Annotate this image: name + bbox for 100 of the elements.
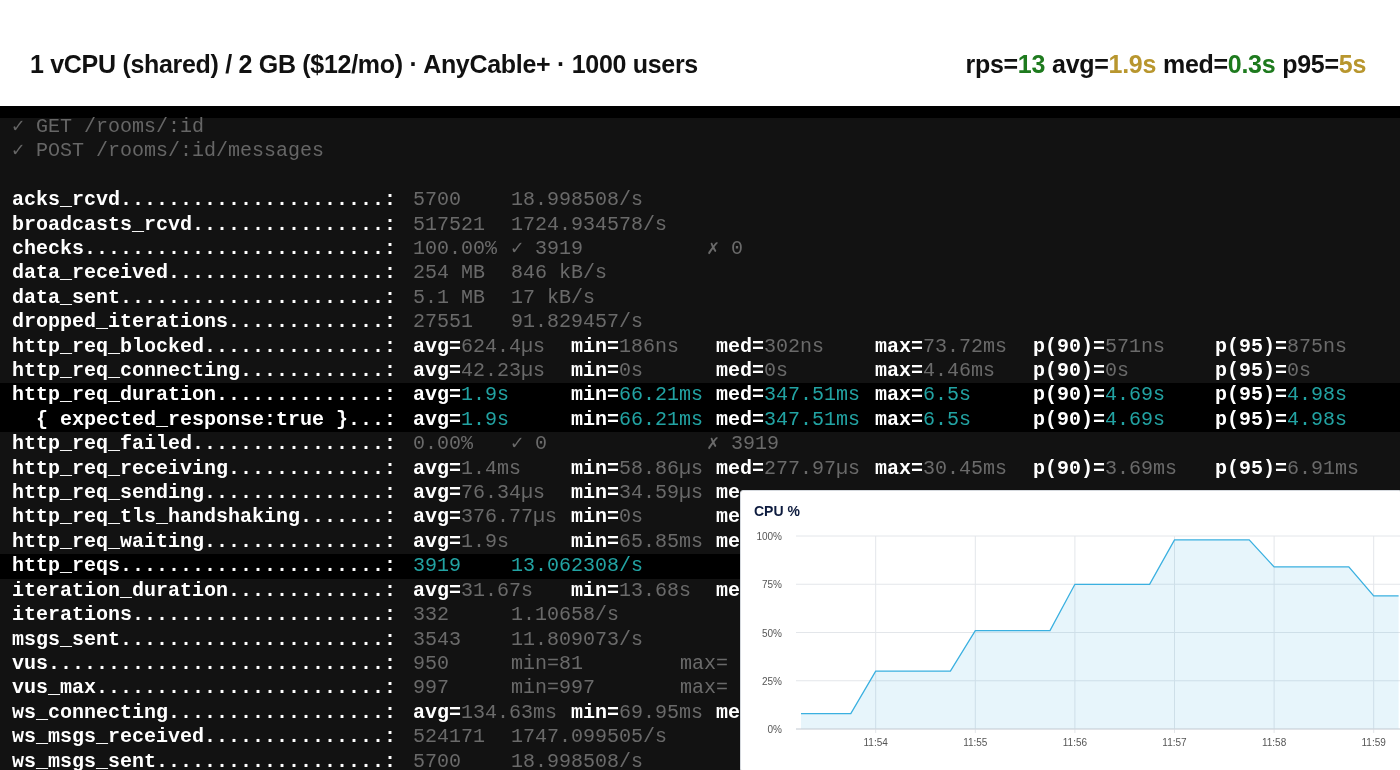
x-tick-label: 11:54 — [863, 737, 888, 748]
x-tick-label: 11:55 — [963, 737, 988, 748]
x-tick-label: 11:58 — [1261, 737, 1287, 748]
metric-value: min=34.59µs — [571, 481, 704, 505]
metric-value: min=69.95ms — [571, 700, 704, 724]
metric-name: vus............................: — [12, 651, 398, 677]
stat-text: med=0.3s — [1163, 49, 1276, 81]
metric-name: checks.........................: — [12, 237, 398, 262]
metric-value: avg=42.23µs — [413, 359, 546, 383]
metric-value: ✗ 0 — [707, 237, 744, 260]
metric-name: iteration_duration.............: — [12, 578, 398, 604]
metric-value: avg=134.63ms — [413, 700, 558, 724]
metric-name: http_req_receiving.............: — [12, 456, 398, 482]
check-line: ✓ GET /rooms/:id — [12, 115, 205, 138]
metric-name: dropped_iterations.............: — [12, 310, 398, 335]
metric-value: me — [716, 505, 740, 529]
metric-value: min=66.21ms — [571, 383, 704, 407]
metric-value: med=347.51ms — [716, 407, 861, 431]
metric-value: 27551 — [413, 310, 473, 334]
y-tick-label: 100% — [756, 531, 782, 542]
metric-value: 997 — [413, 676, 449, 700]
metric-value: 5700 — [413, 188, 461, 212]
metric-value: 524171 — [413, 725, 485, 749]
metric-value: p(90)=0s — [1033, 359, 1130, 383]
stat-text: p95=5s — [1282, 49, 1366, 81]
metric-value: 11.809073/s — [511, 627, 644, 651]
metric-value: avg=376.77µs — [413, 505, 558, 529]
metric-value: 18.998508/s — [511, 188, 644, 212]
metric-name: http_req_sending...............: — [12, 481, 398, 506]
metric-name: http_req_connecting............: — [12, 359, 398, 384]
metric-value: max= — [680, 651, 728, 675]
metric-name: msgs_sent......................: — [12, 627, 398, 652]
metric-value: 254 MB — [413, 261, 485, 285]
metric-value: p(95)=0s — [1215, 359, 1312, 383]
metric-name: acks_rcvd......................: — [12, 188, 398, 213]
metric-value: me — [716, 481, 740, 505]
page-title: 1 vCPU (shared) / 2 GB ($12/mo) · AnyCable+ · 1000 users — [30, 49, 698, 81]
metric-value: 5.1 MB — [413, 285, 485, 309]
stat-text: rps=13 — [965, 49, 1046, 81]
metric-value: avg=624.4µs — [413, 334, 546, 358]
metric-value: avg=1.9s — [413, 383, 510, 407]
metric-value: 0.00% — [413, 432, 473, 456]
metric-value: 950 — [413, 651, 449, 675]
metric-value: min=81 — [511, 651, 583, 675]
metric-name: http_req_tls_handshaking.......: — [12, 505, 398, 530]
x-tick-label: 11:57 — [1162, 737, 1187, 748]
metric-value: p(95)=6.91ms — [1215, 456, 1360, 480]
metric-value: 13.062308/s — [511, 554, 644, 578]
metric-value: p(90)=3.69ms — [1033, 456, 1178, 480]
metric-value: me — [716, 578, 740, 602]
metric-value: p(90)=571ns — [1033, 334, 1166, 358]
metric-value: avg=76.34µs — [413, 481, 546, 505]
metric-value: max=30.45ms — [875, 456, 1008, 480]
metric-value: min=65.85ms — [571, 529, 704, 553]
metric-value: ✗ 3919 — [707, 432, 780, 456]
metric-name: data_received..................: — [12, 261, 398, 286]
metric-value: max=73.72ms — [875, 334, 1008, 358]
metric-value: 91.829457/s — [511, 310, 644, 334]
metric-value: 1724.934578/s — [511, 212, 668, 236]
metric-value: med=302ns — [716, 334, 825, 358]
y-tick-label: 0% — [767, 724, 782, 735]
metric-value: 332 — [413, 603, 449, 627]
metric-value: min=997 — [511, 676, 595, 700]
metric-value: 1.10658/s — [511, 603, 620, 627]
metric-name: { expected_response:true }...: — [35, 407, 398, 433]
stat-text: avg=1.9s — [1052, 49, 1156, 81]
metric-name: http_reqs......................: — [12, 554, 398, 579]
metric-value: max=6.5s — [875, 407, 972, 431]
metric-value: 100.00% — [413, 237, 497, 260]
metric-name: http_req_waiting...............: — [12, 529, 398, 555]
metric-value: min=66.21ms — [571, 407, 704, 431]
metric-value: min=0s — [571, 505, 644, 529]
metric-value: avg=1.9s — [413, 529, 510, 553]
metric-value: 517521 — [413, 212, 485, 236]
metric-value: 1747.099505/s — [511, 725, 668, 749]
metric-name: data_sent......................: — [12, 285, 398, 311]
metric-value: min=0s — [571, 359, 644, 383]
metric-name: ws_connecting..................: — [12, 700, 398, 726]
metric-value: me — [716, 700, 740, 724]
metric-value: 5700 — [413, 749, 461, 770]
metric-value: min=186ns — [571, 334, 680, 358]
metric-name: vus_max........................: — [12, 676, 398, 701]
metric-value: ✓ 3919 — [511, 237, 584, 260]
metric-value: max=6.5s — [875, 383, 972, 407]
metric-name: ws_msgs_received...............: — [12, 725, 398, 750]
metric-value: 846 kB/s — [511, 261, 607, 285]
metric-value: min=58.86µs — [571, 456, 704, 480]
metric-value: avg=1.9s — [413, 407, 510, 431]
metric-name: http_req_failed................: — [12, 432, 398, 457]
y-tick-label: 25% — [762, 675, 782, 687]
metric-name: http_req_duration..............: — [12, 383, 398, 408]
metric-name: broadcasts_rcvd................: — [12, 212, 398, 237]
x-tick-label: 11:56 — [1062, 737, 1088, 748]
metric-value: avg=31.67s — [413, 578, 534, 602]
y-tick-label: 75% — [762, 579, 782, 591]
metric-value: p(95)=4.98s — [1215, 383, 1348, 407]
metric-name: iterations.....................: — [12, 603, 398, 628]
metric-value: p(90)=4.69s — [1033, 407, 1166, 431]
chart-title: CPU % — [754, 502, 800, 521]
y-tick-label: 50% — [762, 627, 782, 639]
